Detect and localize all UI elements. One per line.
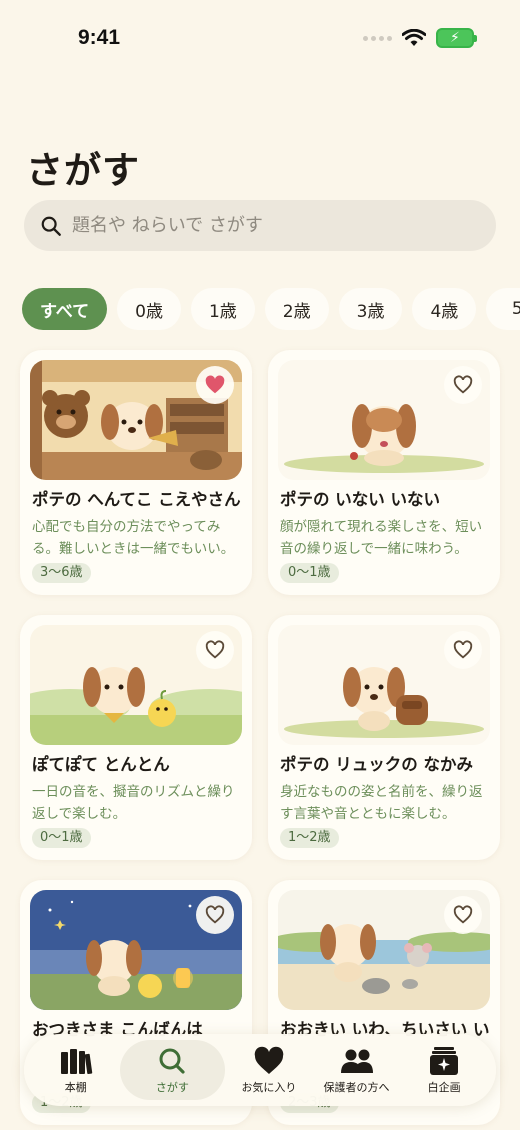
tab-label: 白企画 [427, 1080, 461, 1094]
bottom-tab-bar: 本棚 さがす お気に入り 保護者の方へ 白企画 [24, 1034, 496, 1106]
filter-chip-age-0[interactable]: 0歳 [117, 288, 181, 330]
age-badge: 1〜2歳 [280, 828, 339, 848]
age-badge: 3〜6歳 [32, 563, 91, 583]
book-card[interactable]: ポテの いない いない 顔が隠れて現れる楽しさを、短い音の繰り返しで一緒に味わう… [268, 350, 500, 595]
tab-favorites[interactable]: お気に入り [225, 1040, 313, 1100]
book-title: ポテの へんてこ こえやさん [32, 490, 241, 509]
tab-parents[interactable]: 保護者の方へ [313, 1040, 401, 1100]
filter-chip-age-5[interactable]: 5 [486, 288, 520, 330]
bookshelf-icon [60, 1048, 93, 1074]
parents-icon [340, 1049, 373, 1073]
book-card[interactable]: ポテの へんてこ こえやさん 心配でも自分の方法でやってみる。難しいときは一緒で… [20, 350, 252, 595]
tab-shiro-kikaku[interactable]: 白企画 [400, 1040, 488, 1100]
tab-label: お気に入り [241, 1080, 297, 1094]
book-card[interactable]: ぽてぽて とんとん 一日の音を、擬音のリズムと繰り返しで楽しむ。 0〜1歳 [20, 615, 252, 860]
tab-label: 本棚 [64, 1080, 87, 1094]
tab-label: さがす [155, 1080, 189, 1094]
status-bar: 9:41 ⚡ [0, 0, 520, 70]
age-filter-bar: すべて 0歳 1歳 2歳 3歳 4歳 5 [22, 288, 520, 332]
book-title: ぽてぽて とんとん [32, 755, 170, 774]
tab-label: 保護者の方へ [323, 1080, 390, 1094]
favorite-button[interactable] [444, 366, 482, 404]
heart-outline-icon [453, 640, 473, 659]
book-description: 心配でも自分の方法でやってみる。難しいときは一緒でもいい。 [32, 519, 235, 557]
favorite-button[interactable] [196, 896, 234, 934]
search-icon [41, 216, 61, 236]
book-description: 一日の音を、擬音のリズムと繰り返しで楽しむ。 [32, 784, 235, 822]
status-time: 9:41 [78, 26, 121, 49]
favorite-button[interactable] [444, 896, 482, 934]
favorite-button[interactable] [196, 366, 234, 404]
heart-outline-icon [205, 640, 225, 659]
favorite-button[interactable] [444, 631, 482, 669]
filter-chip-all[interactable]: すべて [22, 288, 108, 330]
status-icons: ⚡ [363, 28, 477, 48]
heart-outline-icon [453, 375, 473, 394]
filter-chip-age-4[interactable]: 4歳 [412, 288, 477, 330]
search-icon [159, 1048, 185, 1074]
battery-charging-icon: ⚡ [436, 28, 477, 48]
search-input[interactable] [72, 215, 452, 236]
heart-icon [254, 1046, 284, 1074]
search-bar[interactable] [24, 200, 496, 251]
book-title: ポテの リュックの なかみ [280, 755, 473, 774]
filter-chip-age-1[interactable]: 1歳 [190, 288, 255, 330]
cellular-signal-icon [363, 35, 392, 41]
filter-chip-age-3[interactable]: 3歳 [338, 288, 403, 330]
filter-chip-age-2[interactable]: 2歳 [264, 288, 329, 330]
age-badge: 0〜1歳 [280, 563, 339, 583]
favorite-button[interactable] [196, 631, 234, 669]
heart-outline-icon [205, 905, 225, 924]
book-card[interactable]: ポテの リュックの なかみ 身近なものの姿と名前を、繰り返す言葉や音とともに楽し… [268, 615, 500, 860]
wifi-icon [402, 29, 426, 46]
book-description: 顔が隠れて現れる楽しさを、短い音の繰り返しで一緒に味わう。 [280, 519, 483, 557]
heart-filled-icon [205, 375, 225, 394]
age-badge: 0〜1歳 [32, 828, 91, 848]
tab-search[interactable]: さがす [119, 1040, 226, 1100]
heart-outline-icon [453, 905, 473, 924]
book-title: ポテの いない いない [280, 490, 440, 509]
book-description: 身近なものの姿と名前を、繰り返す言葉や音とともに楽しむ。 [280, 784, 483, 822]
page-title: さがす [26, 149, 140, 192]
sparkle-book-icon [430, 1046, 459, 1075]
tab-bookshelf[interactable]: 本棚 [32, 1040, 120, 1100]
